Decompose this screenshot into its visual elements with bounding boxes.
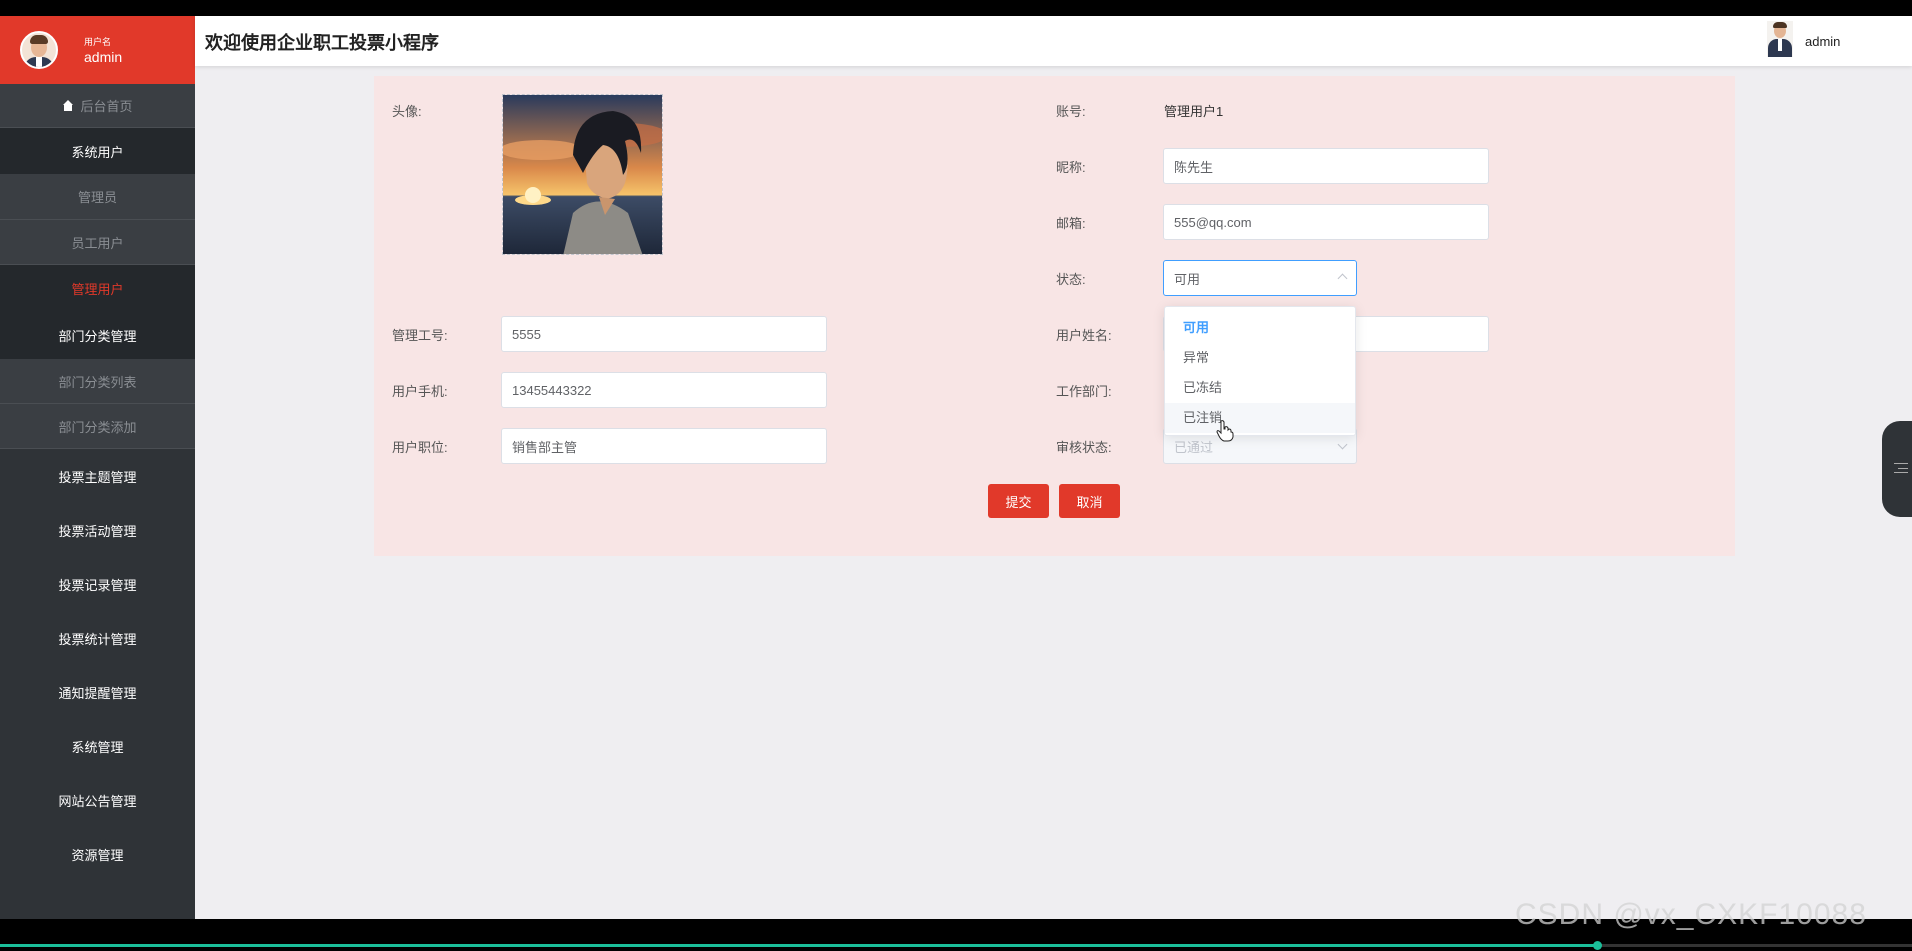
sidebar-user-block: 用户名 admin [0, 16, 195, 84]
sidebar-item-label: 部门分类添加 [58, 419, 137, 435]
email-field[interactable]: 555@qq.com [1163, 204, 1489, 240]
sidebar-item-vote-activities[interactable]: 投票活动管理 [0, 503, 195, 557]
sidebar-item-label: 系统管理 [71, 739, 124, 755]
dept-label: 工作部门: [1056, 384, 1112, 399]
sidebar-item-admins[interactable]: 管理员 [0, 174, 195, 220]
staff-no-label: 管理工号: [392, 328, 448, 343]
sidebar-item-resources[interactable]: 资源管理 [0, 827, 195, 881]
cancel-button[interactable]: 取消 [1059, 484, 1120, 518]
review-label: 审核状态: [1056, 440, 1112, 455]
status-value: 可用 [1174, 271, 1201, 287]
header-user-name[interactable]: admin [1805, 34, 1840, 49]
user-name: admin [84, 49, 123, 65]
home-icon [62, 99, 74, 112]
sidebar-item-label: 资源管理 [71, 847, 124, 863]
sidebar-item-label: 投票记录管理 [58, 577, 137, 593]
video-progress-bar[interactable] [0, 941, 1912, 950]
sidebar-item-vote-records[interactable]: 投票记录管理 [0, 557, 195, 611]
hand-cursor-icon [1216, 420, 1234, 442]
status-dropdown: 可用 异常 已冻结 已注销 [1164, 306, 1356, 436]
header-avatar[interactable] [1767, 21, 1793, 57]
nickname-value: 陈先生 [1174, 159, 1214, 175]
status-label: 状态: [1056, 272, 1086, 287]
email-value: 555@qq.com [1174, 214, 1252, 230]
watermark: CSDN @vx_CXKF10088 [1515, 898, 1867, 931]
sidebar: 用户名 admin 后台首页 系统用户 管理员 员工用户 管理用户 部门分类管理… [0, 16, 195, 919]
avatar-label: 头像: [392, 104, 422, 119]
email-label: 邮箱: [1056, 216, 1086, 231]
chevron-down-icon [1337, 439, 1348, 450]
sidebar-item-system[interactable]: 系统管理 [0, 719, 195, 773]
sidebar-item-label: 通知提醒管理 [58, 685, 137, 701]
sidebar-item-label: 员工用户 [71, 235, 124, 251]
sidebar-item-notifications[interactable]: 通知提醒管理 [0, 665, 195, 719]
video-progress-fill [0, 944, 1597, 947]
sidebar-item-label: 部门分类列表 [58, 374, 137, 390]
video-progress-handle[interactable] [1592, 941, 1602, 950]
sidebar-item-label: 投票主题管理 [58, 469, 137, 485]
sidebar-item-managers[interactable]: 管理用户 [0, 265, 195, 311]
sidebar-item-employees[interactable]: 员工用户 [0, 220, 195, 265]
nickname-label: 昵称: [1056, 160, 1086, 175]
position-field[interactable]: 销售部主管 [501, 428, 827, 464]
sidebar-item-label: 系统用户 [71, 144, 124, 160]
sidebar-item-dept-list[interactable]: 部门分类列表 [0, 359, 195, 404]
sidebar-item-system-users[interactable]: 系统用户 [0, 128, 195, 174]
status-select[interactable]: 可用 [1163, 260, 1357, 296]
position-label: 用户职位: [392, 440, 448, 455]
position-value: 销售部主管 [512, 439, 578, 455]
phone-label: 用户手机: [392, 384, 448, 399]
sidebar-item-dept-category[interactable]: 部门分类管理 [0, 311, 195, 359]
phone-field[interactable]: 13455443322 [501, 372, 827, 408]
avatar-illustration [503, 95, 662, 254]
status-option-frozen[interactable]: 已冻结 [1165, 373, 1355, 403]
user-name-label: 用户名 [84, 37, 112, 47]
sidebar-item-label: 投票统计管理 [58, 631, 137, 647]
sidebar-item-label: 部门分类管理 [58, 328, 137, 344]
chevron-up-icon [1337, 273, 1348, 284]
staff-no-field[interactable]: 5555 [501, 316, 827, 352]
submit-button[interactable]: 提交 [988, 484, 1049, 518]
status-option-abnormal[interactable]: 异常 [1165, 343, 1355, 373]
phone-value: 13455443322 [512, 382, 592, 398]
avatar-image[interactable] [502, 94, 663, 255]
real-name-label: 用户姓名: [1056, 328, 1112, 343]
user-edit-form: 头像: 账号: 管理用户1 昵称: 陈先生 邮箱: 555@qq.com 状态:… [374, 76, 1735, 556]
sidebar-item-label: 网站公告管理 [58, 793, 137, 809]
sidebar-item-label: 管理员 [77, 190, 117, 205]
status-option-cancelled[interactable]: 已注销 [1165, 403, 1355, 433]
status-option-available[interactable]: 可用 [1165, 313, 1355, 343]
user-avatar [20, 31, 58, 69]
sidebar-item-label: 后台首页 [80, 99, 133, 114]
page-title: 欢迎使用企业职工投票小程序 [205, 33, 439, 53]
staff-no-value: 5555 [512, 326, 541, 342]
sidebar-item-label: 投票活动管理 [58, 523, 137, 539]
sidebar-item-label: 管理用户 [71, 281, 124, 297]
sidebar-item-vote-stats[interactable]: 投票统计管理 [0, 611, 195, 665]
side-toggle-tab[interactable] [1882, 421, 1912, 517]
account-label: 账号: [1056, 104, 1086, 119]
review-value: 已通过 [1174, 439, 1214, 455]
menu-lines-icon [1894, 463, 1908, 473]
sidebar-item-dept-add[interactable]: 部门分类添加 [0, 404, 195, 449]
nickname-field[interactable]: 陈先生 [1163, 148, 1489, 184]
sidebar-item-vote-topics[interactable]: 投票主题管理 [0, 449, 195, 503]
top-header: 欢迎使用企业职工投票小程序 admin [195, 16, 1912, 66]
sidebar-item-home[interactable]: 后台首页 [0, 84, 195, 128]
account-value: 管理用户1 [1164, 104, 1224, 119]
app-frame: 用户名 admin 后台首页 系统用户 管理员 员工用户 管理用户 部门分类管理… [0, 16, 1912, 919]
sidebar-item-announcements[interactable]: 网站公告管理 [0, 773, 195, 827]
